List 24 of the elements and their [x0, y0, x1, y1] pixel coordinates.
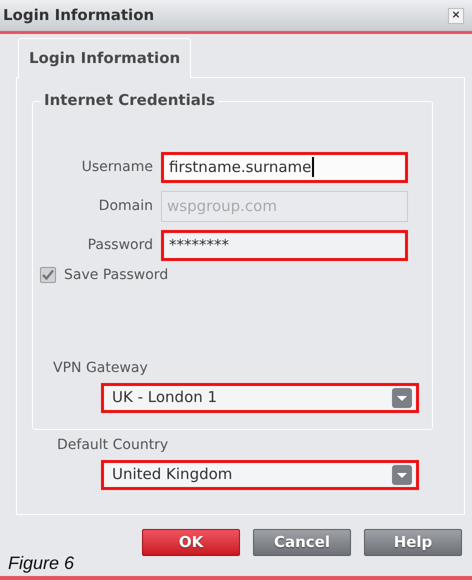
field-label: Domain [98, 196, 154, 216]
dialog-button[interactable]: Help [364, 528, 462, 556]
field-label: Default Country [57, 436, 170, 454]
ok-button[interactable]: OK [142, 528, 240, 556]
checkmark-icon [42, 269, 54, 281]
checkbox[interactable] [40, 267, 56, 283]
input-field[interactable]: ******** [161, 230, 408, 260]
close-button[interactable]: × [448, 8, 464, 24]
input-field[interactable]: firstname.surname [161, 152, 408, 182]
dialog-button[interactable]: Cancel [253, 528, 351, 556]
dropdown[interactable]: UK - London 1 [101, 382, 419, 412]
field-label: Password [86, 236, 154, 254]
checkbox-label: Save Password [64, 266, 168, 284]
field-value: wspgroup.com [167, 196, 277, 217]
dropdown-value: UK - London 1 [112, 387, 218, 408]
dropdown[interactable]: United Kingdom [101, 460, 419, 490]
tab[interactable]: Login Information [18, 38, 192, 78]
field-value: ******** [169, 234, 229, 256]
field-label: Username [80, 158, 154, 176]
field-value: firstname.surname [169, 156, 312, 178]
window-title: Login Information [3, 5, 154, 26]
dropdown-value: United Kingdom [112, 464, 232, 486]
field-label: VPN Gateway [53, 358, 149, 378]
figure-caption: Figure 6 [8, 552, 76, 575]
